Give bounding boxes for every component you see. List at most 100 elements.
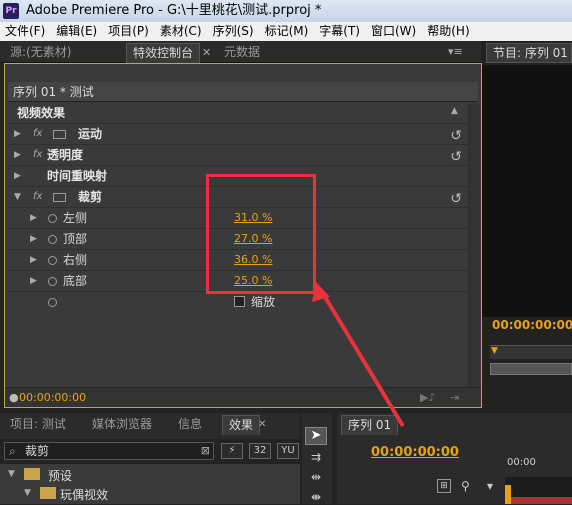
expand-triangle-icon[interactable]: ▶ xyxy=(30,208,37,228)
menu-help[interactable]: 帮助(H) xyxy=(422,22,475,41)
premiere-app-icon: Pr xyxy=(3,3,19,19)
selection-tool-icon[interactable]: ➤ xyxy=(305,427,327,445)
tree-item-presets[interactable]: 预设 xyxy=(48,467,72,484)
zoom-bar[interactable] xyxy=(490,363,572,375)
sequence-clip-header: 序列 01 * 测试 xyxy=(8,82,478,102)
program-viewer[interactable] xyxy=(482,65,572,317)
32bit-effects-button[interactable]: 32 xyxy=(249,443,271,459)
param-row-zoom: 缩放 xyxy=(8,291,470,312)
playhead-icon: ● xyxy=(9,391,19,404)
ripple-edit-tool-icon[interactable]: ⇹ xyxy=(305,469,327,487)
keyframe-icon[interactable]: ▾ xyxy=(487,479,493,493)
effects-tree: ▼ 预设 ▼ 玩偶视效 xyxy=(0,464,300,504)
tab-project[interactable]: 项目: 测试 xyxy=(4,415,72,435)
playhead-marker-icon[interactable]: ▼ xyxy=(491,346,498,356)
menu-file[interactable]: 文件(F) xyxy=(0,22,51,41)
close-tab-icon[interactable]: ✕ xyxy=(258,419,266,430)
sequence-timeline-panel: 序列 01 00:00:00:00 00:00 ⊞ ⚲ ▾ xyxy=(337,413,572,504)
effect-label-motion: 运动 xyxy=(78,127,103,141)
clear-search-icon[interactable]: ⊠ xyxy=(201,443,210,459)
transform-box-icon xyxy=(53,130,66,139)
effect-controls-footer: 00:00:00:00 ● ▶♪ ⇥ xyxy=(5,387,481,407)
ruler-label: 00:00 xyxy=(507,457,536,468)
stopwatch-icon[interactable] xyxy=(48,235,57,244)
collapse-triangle-icon[interactable]: ▼ xyxy=(24,488,31,498)
export-frame-icon[interactable]: ⇥ xyxy=(450,388,459,408)
zoom-checkbox[interactable] xyxy=(234,296,245,307)
rolling-edit-tool-icon[interactable]: ⇼ xyxy=(305,489,327,504)
menu-clip[interactable]: 素材(C) xyxy=(155,22,208,41)
tab-media-browser[interactable]: 媒体浏览器 xyxy=(86,415,158,435)
effects-search-input[interactable]: ⌕ 裁剪 ⊠ xyxy=(4,442,214,460)
menu-marker[interactable]: 标记(M) xyxy=(260,22,315,41)
yuv-effects-button[interactable]: YU xyxy=(277,443,299,459)
stopwatch-icon[interactable] xyxy=(48,277,57,286)
highlight-box xyxy=(206,174,316,294)
collapse-triangle-icon[interactable]: ▼ xyxy=(14,187,21,207)
project-panel-tabs: 项目: 测试 媒体浏览器 信息 效果 ✕ xyxy=(0,413,300,439)
tab-sequence[interactable]: 序列 01 xyxy=(341,415,399,435)
fx-icon[interactable]: fx xyxy=(33,187,42,207)
play-only-audio-icon[interactable]: ▶♪ xyxy=(420,388,435,408)
menu-title[interactable]: 字幕(T) xyxy=(314,22,366,41)
collapse-triangle-icon[interactable]: ▼ xyxy=(8,469,15,479)
menu-sequence[interactable]: 序列(S) xyxy=(208,22,260,41)
reset-icon[interactable]: ↺ xyxy=(450,147,462,167)
menu-edit[interactable]: 编辑(E) xyxy=(51,22,103,41)
tree-item-toy-effects[interactable]: 玩偶视效 xyxy=(60,486,108,503)
param-label: 左侧 xyxy=(63,211,88,225)
expand-triangle-icon[interactable]: ▶ xyxy=(30,250,37,270)
search-icon: ⌕ xyxy=(9,444,16,458)
timeline-timecode[interactable]: 00:00:00:00 xyxy=(371,445,459,460)
folder-icon xyxy=(24,468,40,480)
expand-triangle-icon[interactable]: ▶ xyxy=(14,124,21,144)
expand-triangle-icon[interactable]: ▶ xyxy=(14,145,21,165)
stopwatch-icon[interactable] xyxy=(48,214,57,223)
expand-triangle-icon[interactable]: ▶ xyxy=(30,271,37,291)
marker-icon[interactable]: ⚲ xyxy=(461,479,470,493)
zoom-label: 缩放 xyxy=(251,295,276,309)
menu-project[interactable]: 项目(P) xyxy=(103,22,155,41)
tab-effects[interactable]: 效果 xyxy=(222,415,261,435)
tab-program[interactable]: 节目: 序列 01 xyxy=(486,43,572,63)
expand-triangle-icon[interactable]: ▶ xyxy=(14,166,21,186)
video-effects-header: 视频效果 xyxy=(17,106,66,120)
fx-icon[interactable]: fx xyxy=(33,124,42,144)
collapse-up-icon[interactable]: ▲ xyxy=(451,106,458,116)
param-label: 底部 xyxy=(63,274,88,288)
reset-icon[interactable]: ↺ xyxy=(450,126,462,146)
param-label: 右侧 xyxy=(63,253,88,267)
tab-info[interactable]: 信息 xyxy=(172,415,208,435)
tools-panel: ➤ ⇉ ⇹ ⇼ xyxy=(302,413,332,504)
close-tab-icon[interactable]: ✕ xyxy=(202,46,211,59)
program-scrubber[interactable] xyxy=(490,345,572,359)
fx-icon[interactable]: fx xyxy=(33,145,42,165)
param-label: 顶部 xyxy=(63,232,88,246)
title-bar: Pr Adobe Premiere Pro - G:\十里桃花\测试.prpro… xyxy=(0,0,572,22)
folder-icon xyxy=(40,487,56,499)
transform-box-icon xyxy=(53,193,66,202)
accelerated-effects-icon[interactable]: ⚡ xyxy=(221,443,243,459)
track-select-tool-icon[interactable]: ⇉ xyxy=(305,449,327,467)
timecode-display[interactable]: 00:00:00:00 xyxy=(19,391,86,404)
program-timecode[interactable]: 00:00:00:00 xyxy=(492,318,572,332)
work-area-bar[interactable] xyxy=(511,497,572,504)
menu-bar: 文件(F) 编辑(E) 项目(P) 素材(C) 序列(S) 标记(M) 字幕(T) 窗口(W)… xyxy=(0,22,572,41)
effect-row-motion[interactable]: ▶ fx 运动 ↺ xyxy=(8,123,470,144)
effect-label-time-remapping: 时间重映射 xyxy=(47,169,108,183)
tab-effect-controls[interactable]: 特效控制台 xyxy=(126,43,201,63)
menu-window[interactable]: 窗口(W) xyxy=(366,22,422,41)
expand-triangle-icon[interactable]: ▶ xyxy=(30,229,37,249)
window-title: Adobe Premiere Pro - G:\十里桃花\测试.prproj * xyxy=(26,3,322,18)
tab-source[interactable]: 源:(无素材) xyxy=(4,43,77,63)
tab-metadata[interactable]: 元数据 xyxy=(218,43,266,63)
effect-row-opacity[interactable]: ▶ fx 透明度 ↺ xyxy=(8,144,470,165)
stopwatch-icon[interactable] xyxy=(48,256,57,265)
snap-icon[interactable]: ⊞ xyxy=(437,479,451,493)
stopwatch-icon[interactable] xyxy=(48,298,57,307)
vertical-scrollbar[interactable] xyxy=(468,104,480,389)
effect-label-opacity: 透明度 xyxy=(47,148,84,162)
panel-menu-icon[interactable]: ▾≡ xyxy=(448,45,463,58)
program-monitor-panel: 节目: 序列 01 00:00:00:00 ▼ xyxy=(482,41,572,408)
reset-icon[interactable]: ↺ xyxy=(450,189,462,209)
